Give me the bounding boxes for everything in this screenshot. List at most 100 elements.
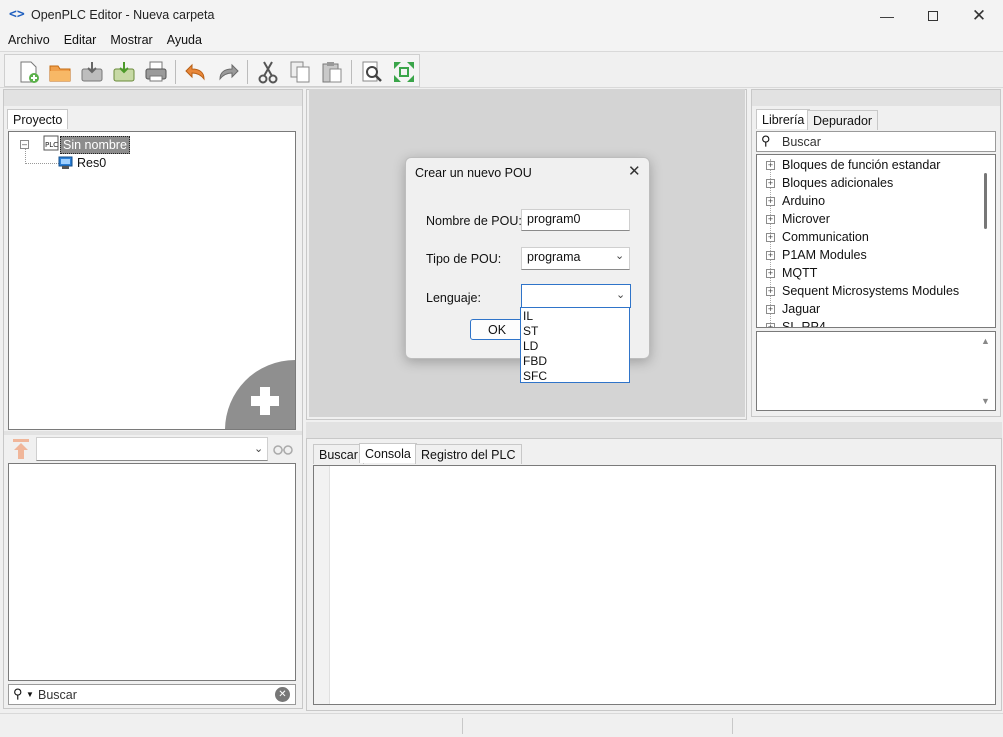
pou-type-label: Tipo de POU: (426, 252, 502, 266)
pou-type-value: programa (527, 250, 581, 264)
tree-line (25, 163, 61, 164)
status-separator (462, 718, 463, 734)
glasses-icon[interactable] (272, 443, 294, 455)
status-bar (0, 713, 1003, 737)
tree-root-label[interactable]: Sin nombre (60, 136, 130, 154)
fullscreen-icon[interactable] (391, 59, 417, 85)
clear-search-icon[interactable]: ✕ (275, 687, 290, 702)
chevron-down-icon: ⌄ (615, 250, 625, 262)
library-item[interactable]: Arduino (782, 194, 825, 208)
toolbar-group (4, 54, 420, 87)
maximize-icon (928, 10, 938, 21)
left-panel-header (4, 90, 302, 106)
expand-icon[interactable]: + (766, 287, 775, 296)
scroll-down-icon[interactable]: ▼ (981, 396, 990, 406)
arrow-up-icon[interactable] (10, 437, 32, 461)
collapse-icon[interactable]: – (20, 140, 29, 149)
expand-icon[interactable]: + (766, 305, 775, 314)
library-item[interactable]: P1AM Modules (782, 248, 867, 262)
library-item[interactable]: Jaguar (782, 302, 820, 316)
status-separator (732, 718, 733, 734)
bottom-panel-header (306, 422, 1002, 438)
variable-select[interactable] (36, 437, 268, 461)
expand-icon[interactable]: + (766, 161, 775, 170)
language-label: Lenguaje: (426, 291, 481, 305)
expand-icon[interactable]: + (766, 215, 775, 224)
tab-consola[interactable]: Consola (359, 443, 417, 463)
search-icon: ⚲ (761, 133, 771, 148)
svg-text:PLC: PLC (45, 141, 58, 149)
expand-icon[interactable]: + (766, 251, 775, 260)
cut-icon[interactable] (255, 59, 281, 85)
tree-line (25, 149, 26, 164)
resource-icon (58, 156, 73, 169)
maximize-button[interactable] (910, 0, 956, 31)
library-scrollbar-thumb[interactable] (984, 173, 987, 229)
print-icon[interactable] (143, 59, 169, 85)
library-item[interactable]: Communication (782, 230, 869, 244)
toolbar-separator (351, 60, 352, 84)
undo-icon[interactable] (183, 59, 209, 85)
tab-registro-plc[interactable]: Registro del PLC (415, 444, 522, 464)
menu-mostrar[interactable]: Mostrar (103, 31, 159, 51)
find-icon[interactable] (359, 59, 385, 85)
library-item[interactable]: Sequent Microsystems Modules (782, 284, 959, 298)
library-search-box[interactable]: ⚲ Buscar (756, 131, 996, 152)
console-gutter (314, 466, 330, 704)
language-dropdown-list: IL ST LD FBD SFC (520, 307, 630, 383)
caret-down-icon: ▼ (26, 690, 34, 699)
minimize-icon: — (880, 7, 894, 24)
save-as-icon[interactable] (111, 59, 137, 85)
console-area[interactable] (313, 465, 996, 705)
expand-icon[interactable]: + (766, 197, 775, 206)
splitter[interactable] (4, 431, 302, 435)
close-icon[interactable]: ✕ (628, 162, 641, 180)
code-brackets-icon: <> (9, 7, 25, 22)
save-icon[interactable] (79, 59, 105, 85)
toolbar-separator (247, 60, 248, 84)
menu-editar[interactable]: Editar (57, 31, 104, 51)
language-select[interactable]: ⌄ (521, 284, 631, 308)
tab-libreria[interactable]: Librería (756, 109, 811, 129)
dialog-title: Crear un nuevo POU (415, 166, 532, 180)
tab-buscar[interactable]: Buscar (313, 444, 364, 464)
language-option-il[interactable]: IL (523, 309, 533, 323)
expand-icon[interactable]: + (766, 269, 775, 278)
copy-icon[interactable] (287, 59, 313, 85)
language-option-fbd[interactable]: FBD (523, 354, 547, 368)
language-option-ld[interactable]: LD (523, 339, 538, 353)
toolbar (0, 51, 1003, 88)
pou-name-label: Nombre de POU: (426, 214, 522, 228)
new-file-icon[interactable] (15, 59, 41, 85)
tree-child-label[interactable]: Res0 (77, 156, 106, 170)
tab-depurador[interactable]: Depurador (807, 110, 879, 130)
chevron-down-icon: ⌄ (616, 289, 626, 301)
library-item[interactable]: Microver (782, 212, 830, 226)
expand-icon[interactable]: + (766, 323, 775, 327)
paste-icon[interactable] (319, 59, 345, 85)
language-option-st[interactable]: ST (523, 324, 538, 338)
library-item[interactable]: Bloques de función estandar (782, 158, 940, 172)
menu-archivo[interactable]: Archivo (1, 31, 57, 51)
scroll-up-icon[interactable]: ▲ (981, 336, 990, 346)
minimize-button[interactable]: — (864, 0, 910, 31)
library-item[interactable]: SL-RP4 (782, 320, 826, 327)
expand-icon[interactable]: + (766, 233, 775, 242)
pou-type-select[interactable]: programa ⌄ (521, 247, 630, 270)
expand-icon[interactable]: + (766, 179, 775, 188)
menu-ayuda[interactable]: Ayuda (160, 31, 209, 51)
redo-icon[interactable] (215, 59, 241, 85)
ok-button[interactable]: OK (470, 319, 524, 340)
library-item[interactable]: Bloques adicionales (782, 176, 893, 190)
library-item[interactable]: MQTT (782, 266, 817, 280)
window-title: OpenPLC Editor - Nueva carpeta (31, 8, 215, 22)
left-search-box[interactable]: ⚲ ▼ Buscar ✕ (8, 684, 296, 705)
language-option-sfc[interactable]: SFC (523, 369, 547, 383)
open-folder-icon[interactable] (47, 59, 73, 85)
pou-name-input[interactable]: program0 (521, 209, 630, 231)
close-icon: ✕ (971, 5, 987, 25)
library-header (752, 90, 1000, 106)
tab-proyecto[interactable]: Proyecto (7, 109, 69, 129)
library-search-placeholder: Buscar (782, 135, 821, 149)
close-window-button[interactable]: ✕ (956, 0, 1002, 31)
